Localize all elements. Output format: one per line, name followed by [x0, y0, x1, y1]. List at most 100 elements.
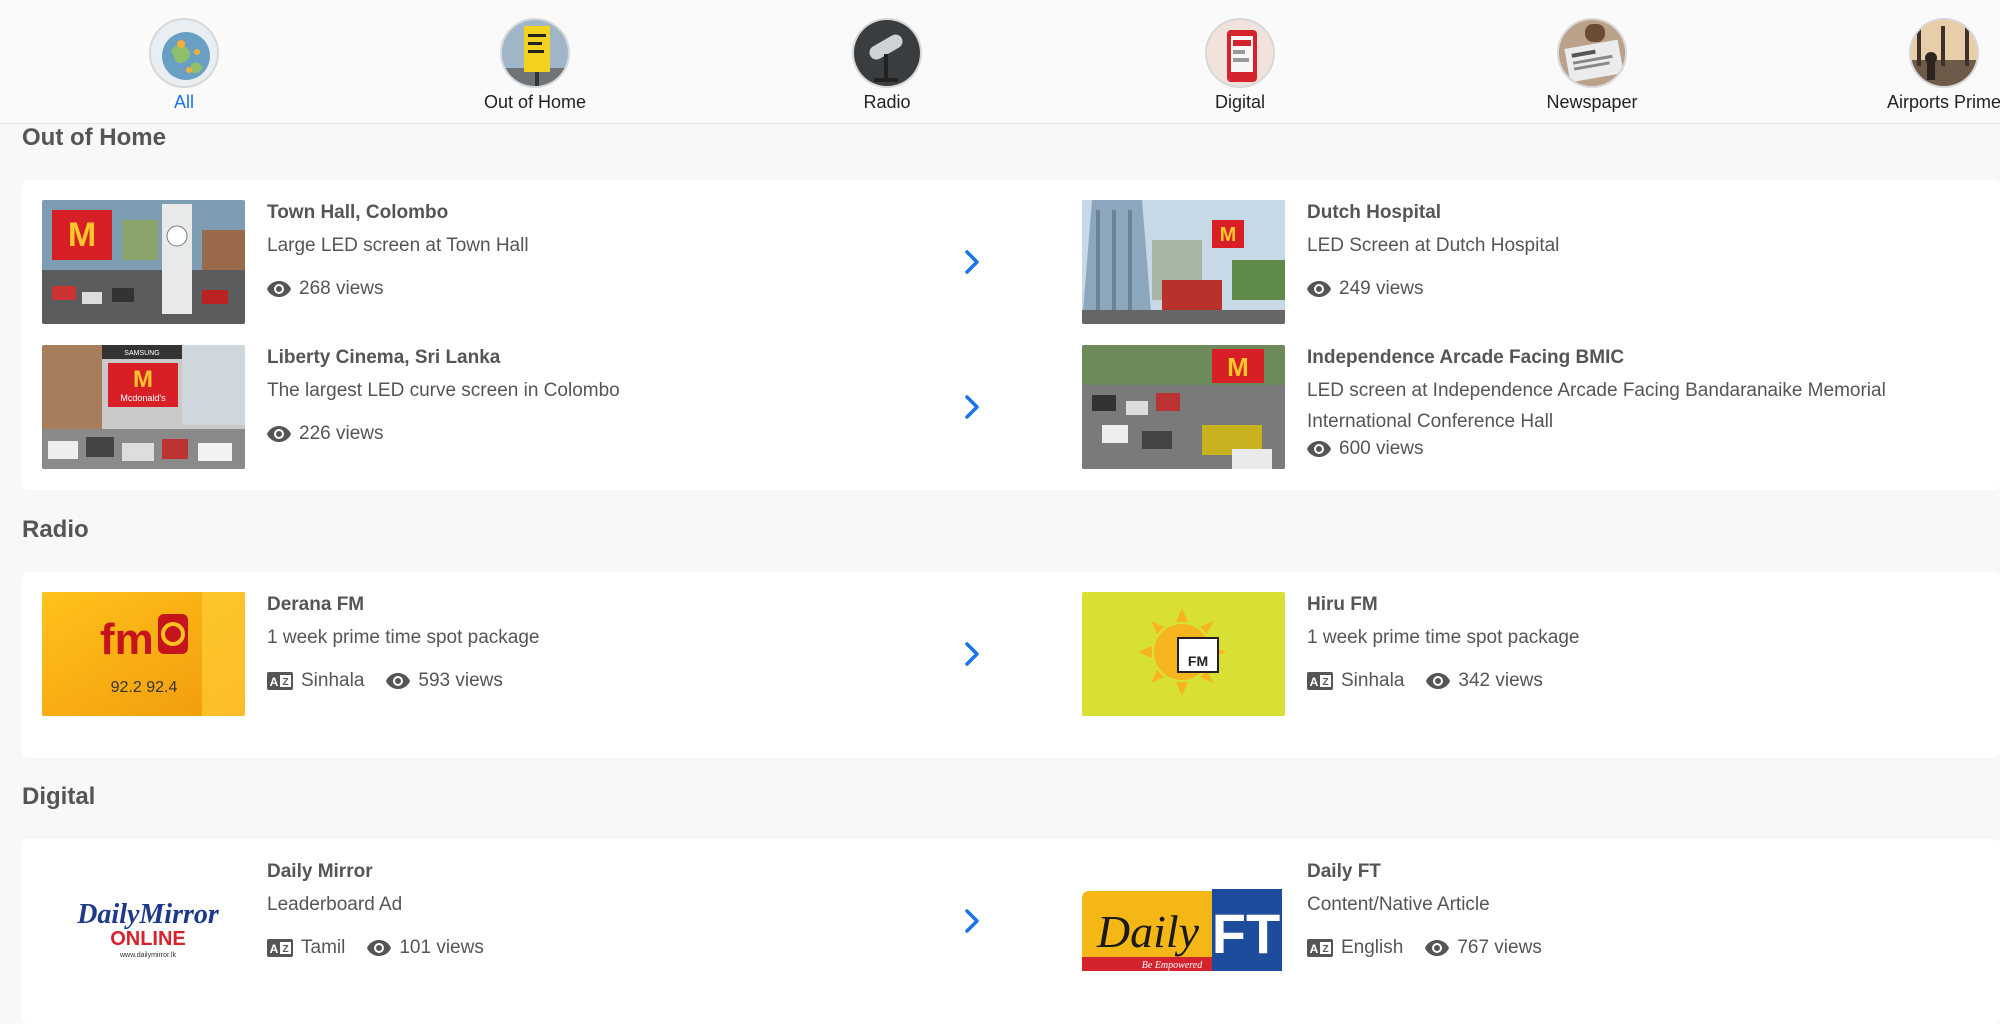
eye-icon	[386, 673, 411, 689]
eye-icon	[1425, 940, 1450, 956]
svg-text:fm: fm	[100, 615, 154, 664]
category-airports-prime[interactable]: Airports Prime	[1834, 18, 2000, 113]
svg-text:Z: Z	[282, 944, 288, 955]
category-newspaper[interactable]: Newspaper	[1482, 18, 1702, 113]
language-icon: AZ	[267, 939, 293, 957]
svg-text:DailyMirror: DailyMirror	[76, 899, 220, 930]
out-of-home-card: M Town Hall, Colombo Large LED screen at…	[22, 180, 2000, 490]
listing-thumbnail: fm 92.2 92.4	[42, 592, 245, 716]
listing-description: LED Screen at Dutch Hospital	[1307, 235, 1560, 256]
views-count: 101 views	[367, 937, 484, 959]
svg-text:Z: Z	[1322, 677, 1328, 688]
language-icon: AZ	[1307, 672, 1333, 690]
chevron-right-icon[interactable]	[960, 907, 984, 935]
eye-icon	[267, 281, 291, 297]
listing-title[interactable]: Town Hall, Colombo	[267, 202, 448, 224]
category-digital[interactable]: Digital	[1130, 18, 1350, 113]
listing-description: Leaderboard Ad	[267, 894, 403, 915]
svg-text:A: A	[270, 942, 279, 956]
list-item[interactable]: FM Hiru FM 1 week prime time spot packag…	[1062, 592, 2000, 716]
views-count: 226 views	[267, 423, 384, 445]
views-count: 268 views	[267, 278, 384, 300]
category-nav: All Out of Home Radio Digital Newspaper …	[0, 0, 2000, 124]
list-item[interactable]: fm 92.2 92.4 Derana FM 1 week prime time…	[22, 592, 1022, 716]
billboard-icon	[500, 18, 570, 88]
listing-title[interactable]: Derana FM	[267, 594, 364, 616]
chevron-right-icon[interactable]	[960, 248, 984, 276]
listing-title[interactable]: Independence Arcade Facing BMIC	[1307, 347, 1624, 369]
language-tag: AZ Sinhala	[1307, 670, 1404, 692]
phone-icon	[1205, 18, 1275, 88]
category-label: Radio	[863, 92, 911, 112]
category-label: Out of Home	[483, 92, 587, 112]
listing-title[interactable]: Daily FT	[1307, 861, 1381, 883]
svg-text:A: A	[270, 675, 279, 689]
listing-title[interactable]: Daily Mirror	[267, 861, 373, 883]
views-text: 593 views	[418, 670, 503, 691]
list-item[interactable]: SAMSUNG M Mcdonald's Liberty Cinema, Sri…	[22, 345, 1022, 469]
listing-description: Large LED screen at Town Hall	[267, 235, 529, 256]
listing-title[interactable]: Dutch Hospital	[1307, 202, 1441, 224]
svg-text:Z: Z	[282, 677, 288, 688]
category-radio[interactable]: Radio	[777, 18, 997, 113]
views-count: 767 views	[1425, 937, 1542, 959]
category-label: Digital	[1214, 92, 1266, 112]
list-item[interactable]: DailyMirror ONLINE www.dailymirror.lk Da…	[22, 859, 1022, 983]
eye-icon	[1307, 441, 1331, 457]
listing-thumbnail: M	[42, 200, 245, 324]
views-text: 600 views	[1339, 438, 1424, 459]
svg-text:FM: FM	[1188, 653, 1208, 669]
listing-meta: AZ Sinhala 593 views	[267, 670, 525, 692]
category-out-of-home[interactable]: Out of Home	[425, 18, 645, 113]
views-count: 600 views	[1307, 438, 1424, 460]
svg-text:www.dailymirror.lk: www.dailymirror.lk	[119, 952, 177, 959]
listing-thumbnail: M	[1082, 200, 1285, 324]
listing-meta: AZ English 767 views	[1307, 937, 1564, 959]
listing-meta: 226 views	[267, 423, 406, 445]
listing-thumbnail: DailyMirror ONLINE www.dailymirror.lk	[42, 859, 245, 983]
listing-meta: 600 views	[1307, 438, 1446, 460]
category-label: All	[173, 92, 194, 112]
listing-description: The largest LED curve screen in Colombo	[267, 380, 620, 401]
svg-text:ONLINE: ONLINE	[110, 928, 186, 950]
svg-text:Daily: Daily	[1096, 906, 1200, 957]
views-text: 226 views	[299, 423, 384, 444]
chevron-right-icon[interactable]	[960, 640, 984, 668]
listing-meta: AZ Sinhala 342 views	[1307, 670, 1565, 692]
eye-icon	[267, 426, 291, 442]
views-text: 268 views	[299, 278, 384, 299]
eye-icon	[1307, 281, 1331, 297]
svg-text:A: A	[1310, 675, 1319, 689]
list-item[interactable]: Daily FT Be Empowered Daily FT Content/N…	[1062, 859, 2000, 983]
section-title-digital: Digital	[22, 783, 96, 810]
language-text: English	[1341, 937, 1404, 958]
newspaper-icon	[1557, 18, 1627, 88]
chevron-right-icon[interactable]	[960, 393, 984, 421]
category-label: Airports Prime	[1886, 92, 2000, 112]
language-icon: AZ	[267, 672, 293, 690]
eye-icon	[367, 940, 392, 956]
listing-description: 1 week prime time spot package	[267, 627, 540, 648]
listing-description: LED screen at Independence Arcade Facing…	[1307, 380, 1886, 432]
svg-text:SAMSUNG: SAMSUNG	[124, 350, 159, 357]
svg-text:M: M	[1227, 352, 1249, 382]
digital-card: DailyMirror ONLINE www.dailymirror.lk Da…	[22, 839, 2000, 1024]
views-count: 593 views	[386, 670, 503, 692]
category-all[interactable]: All	[74, 18, 294, 113]
section-title-radio: Radio	[22, 516, 89, 543]
listing-title[interactable]: Liberty Cinema, Sri Lanka	[267, 347, 500, 369]
listing-title[interactable]: Hiru FM	[1307, 594, 1378, 616]
list-item[interactable]: M Town Hall, Colombo Large LED screen at…	[22, 200, 1022, 324]
svg-text:Z: Z	[1322, 944, 1328, 955]
list-item[interactable]: M Independence Arcade Facing BMIC LED sc…	[1062, 345, 2000, 469]
views-text: 767 views	[1457, 937, 1542, 958]
language-text: Sinhala	[1341, 670, 1405, 691]
list-item[interactable]: M Dutch Hospital LED Screen at Dutch Hos…	[1062, 200, 2000, 324]
listing-description: 1 week prime time spot package	[1307, 627, 1580, 648]
category-label: Newspaper	[1546, 92, 1638, 112]
svg-text:FT: FT	[1212, 902, 1280, 965]
svg-text:Mcdonald's: Mcdonald's	[120, 393, 166, 403]
listing-description: Content/Native Article	[1307, 894, 1490, 915]
svg-text:M: M	[133, 366, 153, 393]
listing-meta: AZ Tamil 101 views	[267, 937, 506, 959]
